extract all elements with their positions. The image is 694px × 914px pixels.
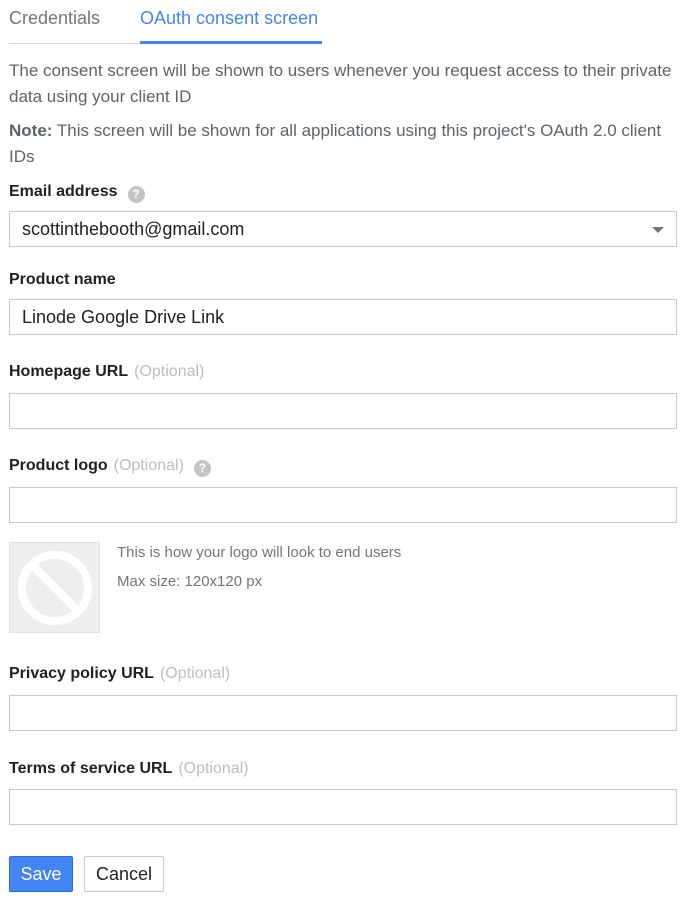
logo-preview [9, 542, 100, 633]
product-logo-label: Product logo (Optional)? [9, 457, 211, 477]
product-name-input[interactable] [9, 299, 677, 335]
homepage-url-label-text: Homepage URL [9, 363, 129, 380]
terms-of-service-url-input[interactable] [9, 789, 677, 825]
tab-bar: Credentials OAuth consent screen [9, 0, 409, 44]
privacy-policy-url-label: Privacy policy URL (Optional) [9, 665, 230, 683]
note-prefix: Note: [9, 121, 53, 140]
tab-credentials[interactable]: Credentials [9, 8, 100, 29]
no-image-icon [18, 551, 92, 625]
product-logo-label-text: Product logo [9, 457, 108, 474]
tab-oauth-consent-screen[interactable]: OAuth consent screen [140, 8, 318, 29]
optional-hint: (Optional) [178, 760, 249, 777]
cancel-button[interactable]: Cancel [84, 856, 164, 892]
terms-of-service-url-label: Terms of service URL (Optional) [9, 760, 249, 778]
privacy-policy-url-label-text: Privacy policy URL [9, 665, 154, 682]
privacy-policy-url-input[interactable] [9, 695, 677, 731]
terms-of-service-url-label-text: Terms of service URL [9, 760, 173, 777]
email-address-label-text: Email address [9, 183, 118, 200]
active-tab-indicator [140, 41, 322, 44]
optional-hint: (Optional) [159, 665, 231, 682]
note-body: This screen will be shown for all applic… [9, 121, 662, 166]
logo-max-size-text: Max size: 120x120 px [117, 573, 263, 590]
email-address-value: scottinthebooth@gmail.com [22, 219, 245, 239]
product-name-label: Product name [9, 271, 116, 289]
optional-hint: (Optional) [113, 457, 184, 474]
homepage-url-input[interactable] [9, 393, 677, 429]
homepage-url-label: Homepage URL (Optional) [9, 363, 204, 381]
help-icon[interactable]: ? [193, 460, 211, 477]
email-address-select[interactable]: scottinthebooth@gmail.com [9, 211, 677, 247]
email-address-label: Email address? [9, 183, 145, 203]
help-icon[interactable]: ? [127, 186, 145, 203]
product-name-label-text: Product name [9, 271, 116, 288]
save-button[interactable]: Save [9, 856, 73, 892]
intro-text: The consent screen will be shown to user… [9, 61, 672, 106]
product-logo-input[interactable] [9, 487, 677, 523]
optional-hint: (Optional) [134, 363, 205, 380]
dropdown-arrow-icon [652, 227, 664, 233]
note-text: Note: This screen will be shown for all … [9, 118, 679, 170]
logo-preview-text: This is how your logo will look to end u… [117, 544, 402, 561]
